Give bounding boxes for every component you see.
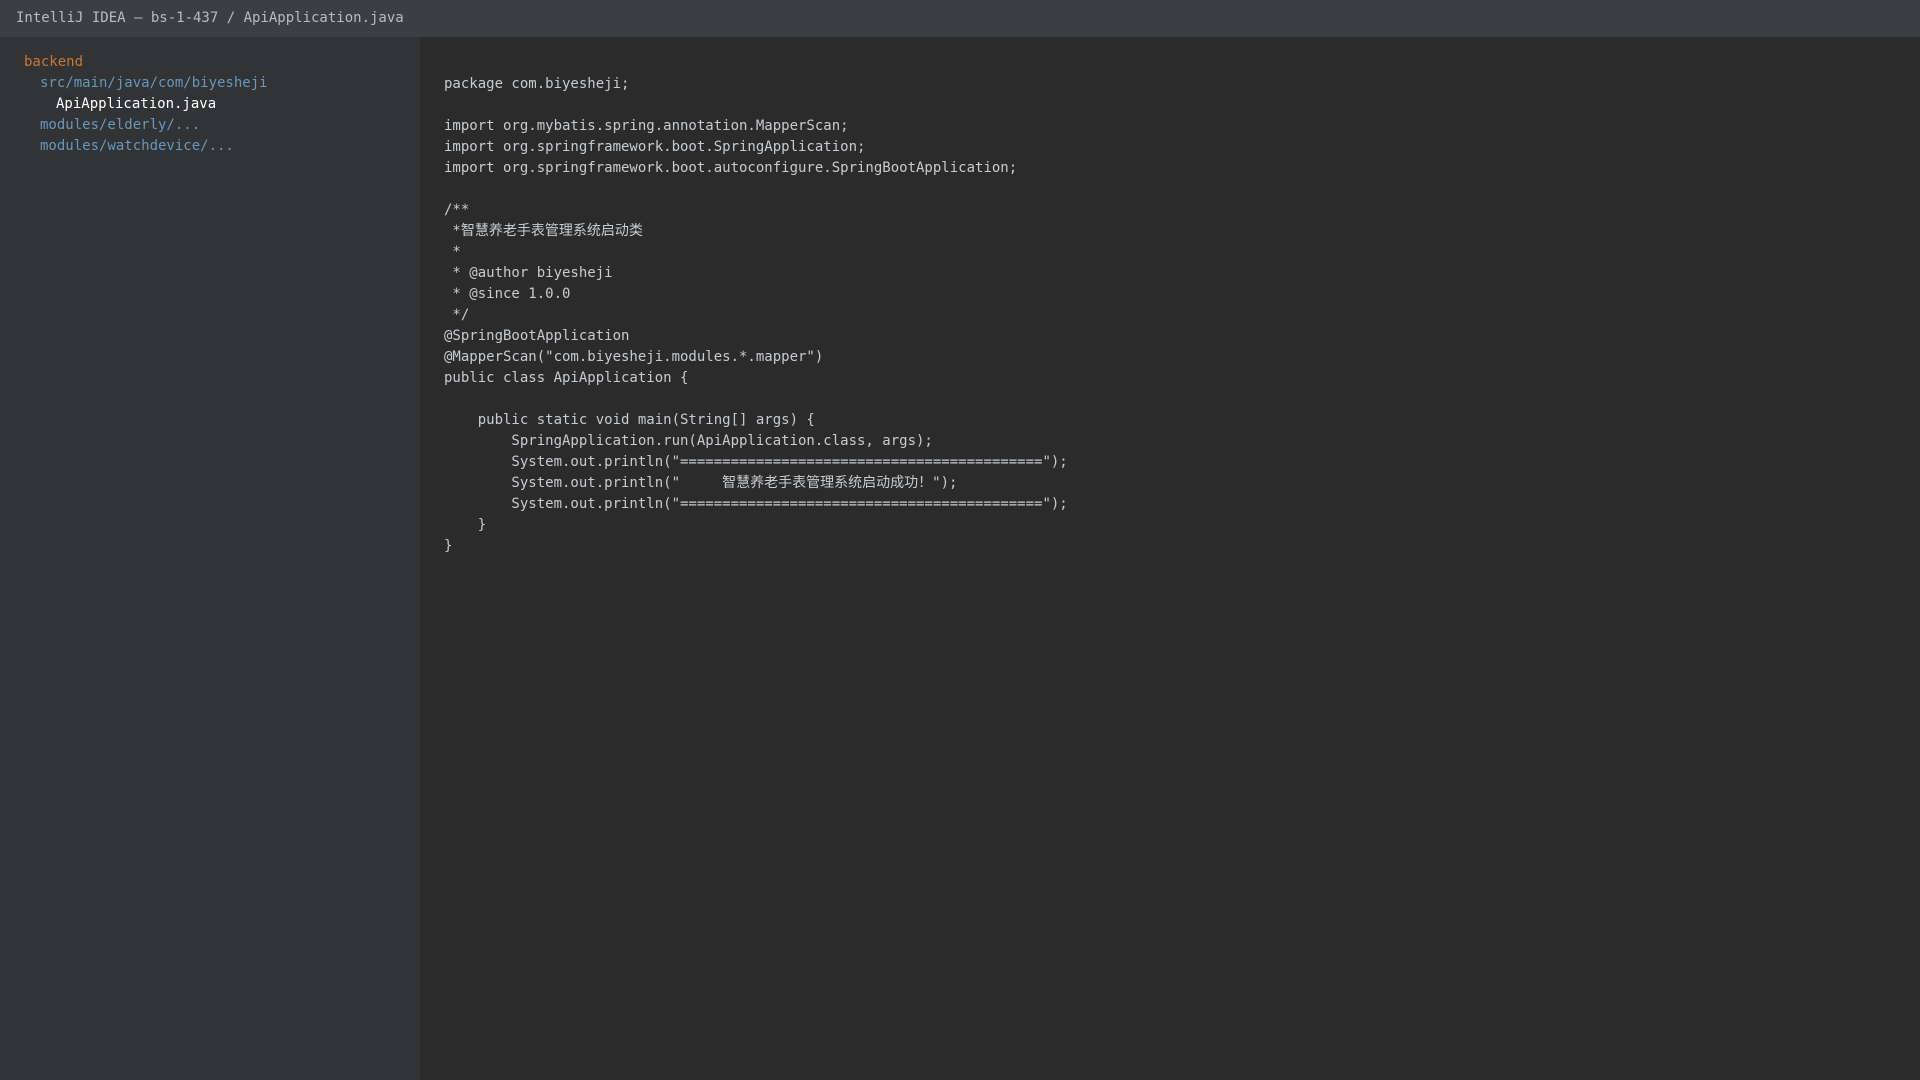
tree-item-folder[interactable]: modules/elderly/... [0, 115, 420, 136]
code-line: public class ApiApplication { [444, 370, 689, 386]
code-line: @MapperScan("com.biyesheji.modules.*.map… [444, 349, 824, 365]
code-line: SpringApplication.run(ApiApplication.cla… [444, 433, 933, 449]
code-line: /** [444, 202, 470, 218]
code-line: */ [444, 307, 470, 323]
tree-item-root-folder[interactable]: backend [0, 52, 420, 73]
code-line: public static void main(String[] args) { [444, 412, 815, 428]
project-tree-panel: backend src/main/java/com/biyesheji ApiApp… [0, 37, 420, 1080]
code-line: } [444, 517, 487, 533]
code-line: * @since 1.0.0 [444, 286, 571, 302]
code-line: @SpringBootApplication [444, 328, 630, 344]
code-line: * @author biyesheji [444, 265, 613, 281]
tree-item-folder[interactable]: modules/watchdevice/... [0, 136, 420, 157]
project-tree: backend src/main/java/com/biyesheji ApiApp… [0, 52, 420, 157]
code-editor[interactable]: package com.biyesheji; import org.mybatis… [420, 37, 1920, 1080]
code-line: * [444, 244, 461, 260]
code-line: *智慧养老手表管理系统启动类 [444, 223, 643, 239]
tree-item-selected-file[interactable]: ApiApplication.java [0, 94, 420, 115]
code-line: System.out.println("====================… [444, 454, 1068, 470]
code-line: System.out.println(" 智慧养老手表管理系统启动成功！"); [444, 475, 958, 491]
code-line: import org.mybatis.spring.annotation.Map… [444, 118, 849, 134]
code-line: System.out.println("====================… [444, 496, 1068, 512]
code-line: } [444, 538, 453, 554]
code-line: import org.springframework.boot.autoconf… [444, 160, 1018, 176]
tree-item-folder[interactable]: src/main/java/com/biyesheji [0, 73, 420, 94]
window-title: IntelliJ IDEA — bs-1-437 / ApiApplicatio… [16, 10, 404, 26]
code-line: import org.springframework.boot.SpringAp… [444, 139, 866, 155]
code-line: package com.biyesheji; [444, 76, 630, 92]
code-area[interactable]: package com.biyesheji; import org.mybatis… [444, 74, 1920, 557]
window-title-bar: IntelliJ IDEA — bs-1-437 / ApiApplicatio… [0, 0, 1920, 37]
